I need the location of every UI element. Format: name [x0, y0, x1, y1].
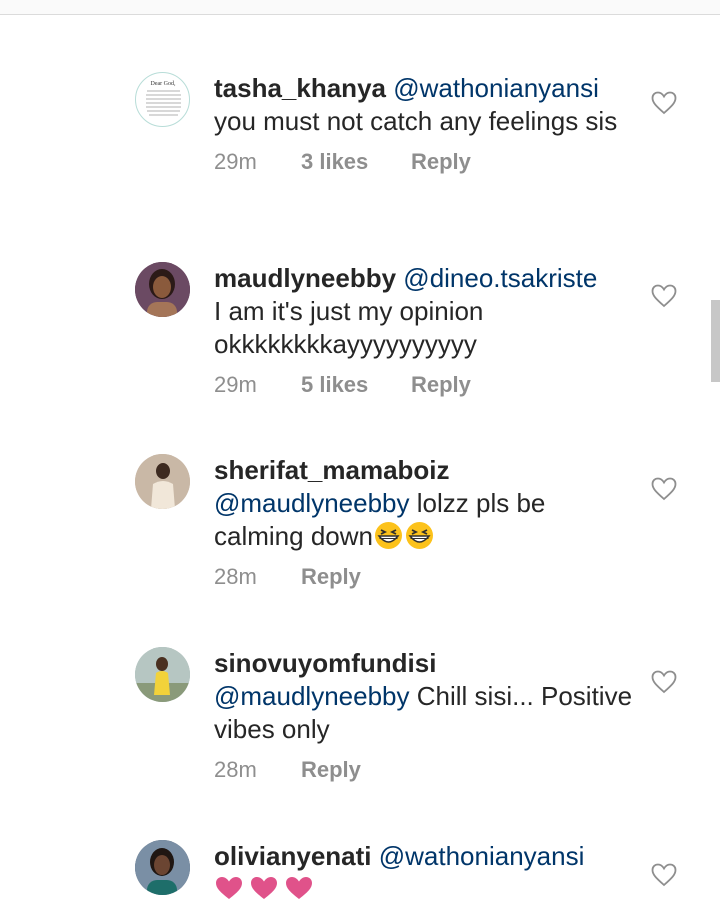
heart-outline-icon[interactable] [651, 670, 677, 694]
comment-time: 29m [214, 149, 257, 174]
heart-outline-icon[interactable] [651, 284, 677, 308]
comment-body: sherifat_mamaboiz @maudlyneebby lolzz pl… [214, 454, 634, 591]
grinning-squinting-face-emoji [374, 522, 402, 549]
avatar[interactable] [135, 262, 190, 317]
comment-meta: 28m Reply [214, 756, 634, 784]
comment-meta: 29m 5 likes Reply [214, 371, 634, 399]
comment-text: you must not catch any feelings sis [214, 106, 618, 136]
comment-time: 28m [214, 757, 257, 782]
grinning-squinting-face-emoji [405, 522, 433, 549]
heart-outline-icon[interactable] [651, 477, 677, 501]
reply-button[interactable]: Reply [411, 148, 471, 176]
comment-body: tasha_khanya @wathonianyansi you must no… [214, 72, 634, 176]
avatar[interactable]: Dear God, [135, 72, 190, 127]
comment-body: sinovuyomfundisi @maudlyneebby Chill sis… [214, 647, 634, 784]
comment-mention[interactable]: @wathonianyansi [379, 841, 585, 871]
reply-button[interactable]: Reply [301, 756, 361, 784]
comment-mention[interactable]: @maudlyneebby [214, 681, 410, 711]
scrollbar-thumb[interactable] [711, 300, 720, 382]
comment-mention[interactable]: @wathonianyansi [393, 73, 599, 103]
comment-meta: 29m 3 likes Reply [214, 148, 634, 176]
heart-outline-icon[interactable] [651, 863, 677, 887]
avatar-caption: Dear God, [151, 81, 176, 87]
pink-heart-emoji [251, 877, 277, 899]
comment-username[interactable]: olivianyenati [214, 841, 372, 871]
comment-username[interactable]: sinovuyomfundisi [214, 648, 436, 678]
pink-heart-emoji [286, 877, 312, 899]
comment-body: olivianyenati @wathonianyansi [214, 840, 634, 906]
comment-text: I am it's just my opinion okkkkkkkkayyyy… [214, 296, 484, 359]
pink-heart-emoji [216, 877, 242, 899]
reply-button[interactable]: Reply [411, 371, 471, 399]
heart-outline-icon[interactable] [651, 91, 677, 115]
avatar[interactable] [135, 840, 190, 895]
comment-body: maudlyneebby @dineo.tsakriste I am it's … [214, 262, 634, 399]
reply-button[interactable]: Reply [301, 563, 361, 591]
comment-mention[interactable]: @maudlyneebby [214, 488, 410, 518]
top-bar [0, 0, 720, 15]
comment-likes[interactable]: 3 likes [301, 148, 411, 176]
avatar[interactable] [135, 454, 190, 509]
avatar[interactable] [135, 647, 190, 702]
comment-likes[interactable]: 5 likes [301, 371, 411, 399]
comment-mention[interactable]: @dineo.tsakriste [403, 263, 597, 293]
comment-username[interactable]: sherifat_mamaboiz [214, 455, 450, 485]
comment-meta: 28m Reply [214, 563, 634, 591]
comment-username[interactable]: maudlyneebby [214, 263, 396, 293]
comment-time: 28m [214, 564, 257, 589]
comment-username[interactable]: tasha_khanya [214, 73, 386, 103]
comment-time: 29m [214, 372, 257, 397]
